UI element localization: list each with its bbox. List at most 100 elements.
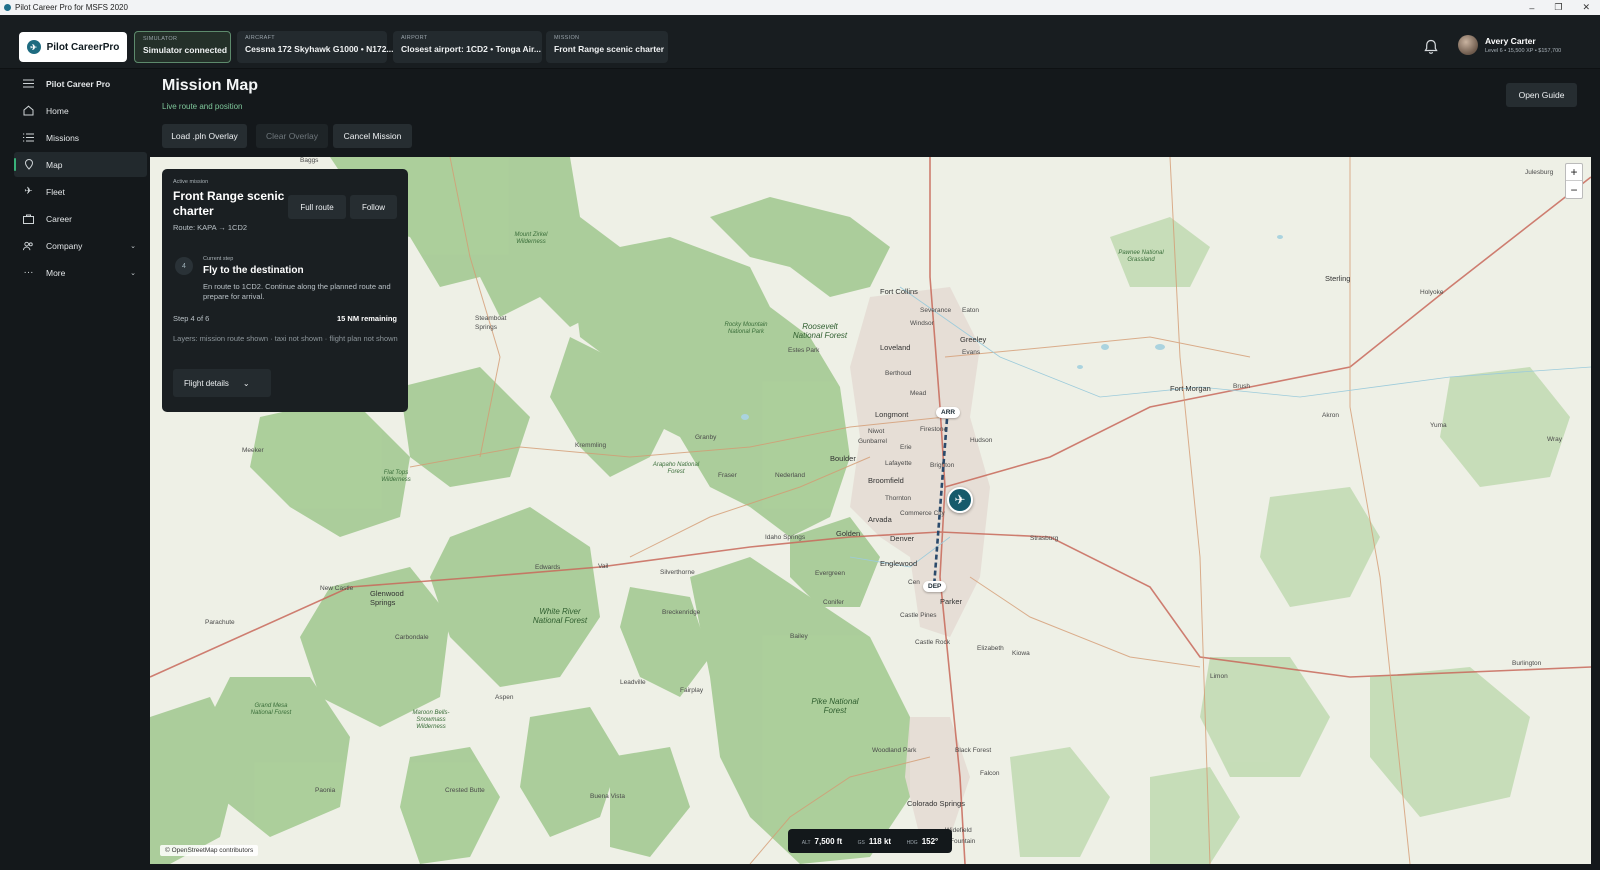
follow-button[interactable]: Follow xyxy=(350,195,397,219)
brand-logo[interactable]: ✈ Pilot CareerPro xyxy=(19,32,127,62)
map-label: Grand Mesa National Forest xyxy=(250,703,292,716)
map-label: Flat Tops Wilderness xyxy=(381,470,411,483)
more-icon: ··· xyxy=(23,267,34,278)
map-label: Golden xyxy=(836,529,861,538)
open-guide-button[interactable]: Open Guide xyxy=(1506,83,1577,107)
step-count: Step 4 of 6 xyxy=(173,314,210,323)
map-label: Black Forest xyxy=(955,747,992,754)
map-label: White River National Forest xyxy=(532,607,588,625)
chip-label: AIRPORT xyxy=(401,35,428,41)
app-icon xyxy=(4,4,11,11)
sidebar-item-label: Home xyxy=(46,105,69,116)
simulator-chip[interactable]: SIMULATOR Simulator connected xyxy=(134,31,231,63)
map-label: Boulder xyxy=(830,454,856,463)
telemetry-value: 118 kt xyxy=(868,836,892,846)
telemetry-label: ALT xyxy=(801,839,811,846)
aircraft-chip[interactable]: AIRCRAFT Cessna 172 Skyhawk G1000 • N172… xyxy=(237,31,394,63)
map-label: Pike National Forest xyxy=(811,697,859,715)
close-icon[interactable]: ✕ xyxy=(1582,2,1590,13)
sidebar-item-pilot-career-pro[interactable]: Pilot Career Pro xyxy=(14,71,147,96)
map-label: Estes Park xyxy=(788,347,820,354)
plane-icon: ✈ xyxy=(24,186,33,197)
minimize-icon[interactable]: – xyxy=(1529,3,1534,13)
map-label: Brush xyxy=(1233,383,1250,390)
map-label: Gunbarrel xyxy=(858,438,887,445)
sidebar-item-career[interactable]: Career xyxy=(14,206,147,231)
chevron-down-icon[interactable]: ⌄ xyxy=(130,269,136,277)
zoom-controls: + − xyxy=(1565,163,1583,199)
map-label: Burlington xyxy=(1512,660,1542,667)
full-route-button[interactable]: Full route xyxy=(288,195,346,219)
sidebar-item-label: Map xyxy=(46,159,63,170)
mission-chip[interactable]: MISSION Front Range scenic charter xyxy=(546,31,668,63)
map-label: Fairplay xyxy=(680,687,704,694)
map-label: Conifer xyxy=(823,599,844,606)
window-titlebar: Pilot Career Pro for MSFS 2020 – ❐ ✕ xyxy=(0,0,1600,15)
map-label: Strasburg xyxy=(1030,535,1059,542)
map-label: Yuma xyxy=(1430,422,1447,429)
notification-bell-icon[interactable] xyxy=(1424,39,1438,55)
sidebar-item-more[interactable]: ··· More ⌄ xyxy=(14,260,147,285)
map-label: Evergreen xyxy=(815,570,845,577)
telemetry-value: 7,500 ft xyxy=(814,836,843,846)
map-label: Parker xyxy=(940,597,963,606)
panel-kicker: Active mission xyxy=(173,179,209,185)
airport-chip[interactable]: AIRPORT Closest airport: 1CD2 • Tonga Ai… xyxy=(393,31,542,63)
map-label: Pawnee National Grassland xyxy=(1118,250,1164,263)
map-label: Arapaho National Forest xyxy=(652,462,700,475)
sidebar-item-home[interactable]: Home xyxy=(14,98,147,123)
step-title: Fly to the destination xyxy=(203,265,304,276)
chip-value: Closest airport: 1CD2 • Tonga Air... xyxy=(401,44,541,54)
distance-remaining: 15 NM remaining xyxy=(336,314,397,323)
chip-label: AIRCRAFT xyxy=(245,35,275,41)
map-label: Baggs xyxy=(300,157,319,164)
sidebar-item-map[interactable]: Map xyxy=(14,152,147,177)
map-attribution[interactable]: © OpenStreetMap contributors xyxy=(160,845,259,856)
user-name: Avery Carter xyxy=(1485,36,1536,46)
map-label: Sterling xyxy=(1325,274,1351,283)
sidebar-item-company[interactable]: Company ⌄ xyxy=(14,233,147,258)
people-icon xyxy=(23,240,34,251)
chevron-down-icon: ⌄ xyxy=(242,378,250,388)
map-label: Lafayette xyxy=(885,460,912,467)
zoom-out-button[interactable]: − xyxy=(1566,181,1582,198)
map-label: Breckenridge xyxy=(662,609,701,616)
groundspeed-readout: GS 118 kt xyxy=(858,837,891,846)
sidebar-item-label: Fleet xyxy=(46,186,65,197)
maximize-icon[interactable]: ❐ xyxy=(1554,2,1562,13)
aircraft-position-icon[interactable]: ✈ xyxy=(947,487,973,513)
sidebar-item-missions[interactable]: Missions xyxy=(14,125,147,150)
map-label: Holyoke xyxy=(1420,289,1444,296)
clear-overlay-button[interactable]: Clear Overlay xyxy=(256,124,328,148)
sidebar-item-label: Company xyxy=(46,240,83,251)
sidebar: Pilot Career Pro Home Missions Map ✈ Fle… xyxy=(0,69,148,870)
flight-details-dropdown[interactable]: Flight details ⌄ xyxy=(173,369,271,397)
mission-route-text: Route: KAPA → 1CD2 xyxy=(173,223,248,232)
map-label: Steamboat Springs xyxy=(475,315,507,331)
map-label: Fort Collins xyxy=(880,287,918,296)
map-label: Parachute xyxy=(205,619,235,626)
map-label: Firestone xyxy=(920,426,948,433)
map-label: Edwards xyxy=(535,564,561,571)
chip-value: Cessna 172 Skyhawk G1000 • N172... xyxy=(245,44,394,54)
map-label: Longmont xyxy=(875,410,909,419)
cancel-mission-button[interactable]: Cancel Mission xyxy=(333,124,412,148)
map-label: Castle Pines xyxy=(900,612,937,619)
chevron-down-icon[interactable]: ⌄ xyxy=(130,242,136,250)
home-icon xyxy=(23,105,34,116)
arrival-marker[interactable]: ARR xyxy=(936,407,961,418)
map-label: Berthoud xyxy=(885,370,912,377)
map-label: Castle Rock xyxy=(915,639,951,646)
sidebar-item-fleet[interactable]: ✈ Fleet xyxy=(14,179,147,204)
map-label: Crested Butte xyxy=(445,787,485,794)
user-profile[interactable]: Avery Carter Level 6 • 15,500 XP • $157,… xyxy=(1458,35,1561,55)
map-label: Woodland Park xyxy=(872,747,917,754)
zoom-in-button[interactable]: + xyxy=(1566,164,1582,181)
load-pln-overlay-button[interactable]: Load .pln Overlay xyxy=(162,124,247,148)
departure-marker[interactable]: DEP xyxy=(923,581,947,592)
map-label: Eaton xyxy=(962,307,979,314)
map-label: Fountain xyxy=(950,838,976,845)
layers-status: Layers: mission route shown · taxi not s… xyxy=(173,334,398,343)
sidebar-item-label: More xyxy=(46,267,66,278)
brand-plane-icon: ✈ xyxy=(26,40,41,54)
